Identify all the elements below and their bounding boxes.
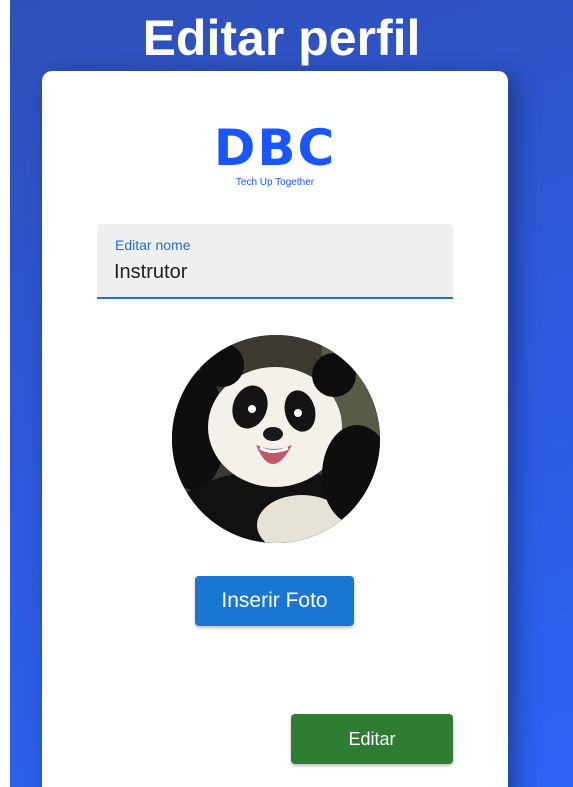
logo-wordmark: DBC: [213, 119, 337, 177]
edit-button[interactable]: Editar: [291, 714, 453, 764]
dbc-logo: DBC Tech Up Together: [204, 119, 346, 194]
name-field[interactable]: Editar nome: [97, 224, 453, 299]
panda-photo: [172, 335, 380, 543]
name-input[interactable]: [114, 258, 434, 286]
name-field-label: Editar nome: [115, 237, 191, 253]
logo-tagline: Tech Up Together: [235, 177, 315, 188]
edit-profile-card: DBC Tech Up Together Editar nome Instrut…: [42, 71, 508, 787]
page-background: Editar perfil DBC Tech Up Together Edita…: [10, 0, 573, 787]
insert-photo-button[interactable]: Inserir Foto: [195, 576, 354, 626]
page-title: Editar perfil: [142, 9, 421, 66]
avatar: [172, 335, 380, 543]
